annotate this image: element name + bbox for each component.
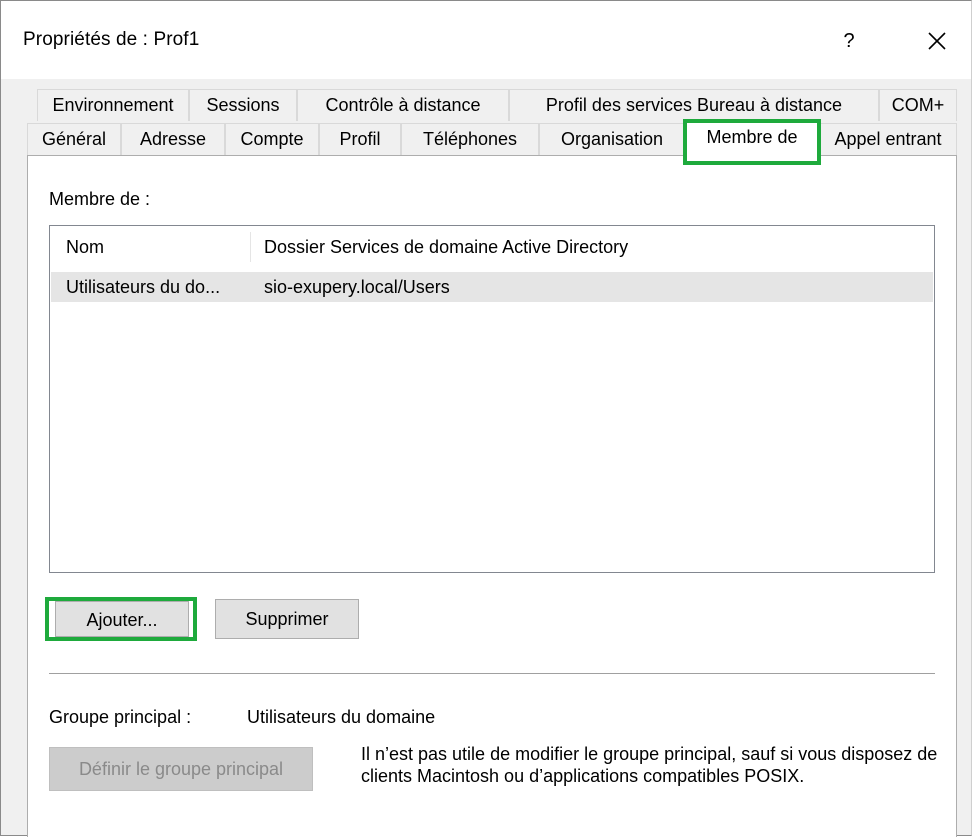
primary-group-label: Groupe principal : — [49, 707, 192, 727]
column-header-dossier[interactable]: Dossier Services de domaine Active Direc… — [264, 226, 628, 268]
list-header: Nom Dossier Services de domaine Active D… — [50, 226, 934, 268]
tab-appel-entrant[interactable]: Appel entrant — [819, 123, 957, 155]
remove-button[interactable]: Supprimer — [215, 599, 359, 639]
tab-sessions[interactable]: Sessions — [189, 89, 297, 121]
title-bar: Propriétés de : Prof1 ? — [1, 1, 971, 79]
member-of-list[interactable]: Nom Dossier Services de domaine Active D… — [49, 225, 935, 573]
window-title: Propriétés de : Prof1 — [23, 29, 200, 50]
divider — [49, 673, 935, 674]
tab-profil-services-bureau[interactable]: Profil des services Bureau à distance — [509, 89, 879, 121]
list-row[interactable]: Utilisateurs du do... sio-exupery.local/… — [51, 272, 933, 302]
member-of-label: Membre de : — [49, 189, 151, 209]
tab-com-plus[interactable]: COM+ — [879, 89, 957, 121]
tab-organisation[interactable]: Organisation — [539, 123, 685, 155]
tab-telephones[interactable]: Téléphones — [401, 123, 539, 155]
tab-controle-a-distance[interactable]: Contrôle à distance — [297, 89, 509, 121]
help-button[interactable]: ? — [831, 25, 867, 57]
tab-compte[interactable]: Compte — [225, 123, 319, 155]
tab-membre-de[interactable]: Membre de — [685, 119, 819, 157]
tab-profil[interactable]: Profil — [319, 123, 401, 155]
tab-general[interactable]: Général — [27, 123, 121, 155]
column-separator[interactable] — [250, 232, 251, 262]
row-folder-cell: sio-exupery.local/Users — [264, 277, 450, 297]
primary-group-description: Il n’est pas utile de modifier le groupe… — [361, 744, 938, 786]
close-icon[interactable] — [919, 23, 955, 59]
primary-group-value: Utilisateurs du domaine — [247, 707, 436, 727]
column-header-nom[interactable]: Nom — [66, 226, 104, 268]
tab-adresse[interactable]: Adresse — [121, 123, 225, 155]
properties-dialog: Propriétés de : Prof1 ? Environnement Se… — [0, 0, 972, 837]
add-button[interactable]: Ajouter... — [55, 601, 189, 637]
tab-environnement[interactable]: Environnement — [37, 89, 189, 121]
set-primary-group-button: Définir le groupe principal — [49, 747, 313, 791]
row-name-cell: Utilisateurs du do... — [66, 277, 221, 297]
